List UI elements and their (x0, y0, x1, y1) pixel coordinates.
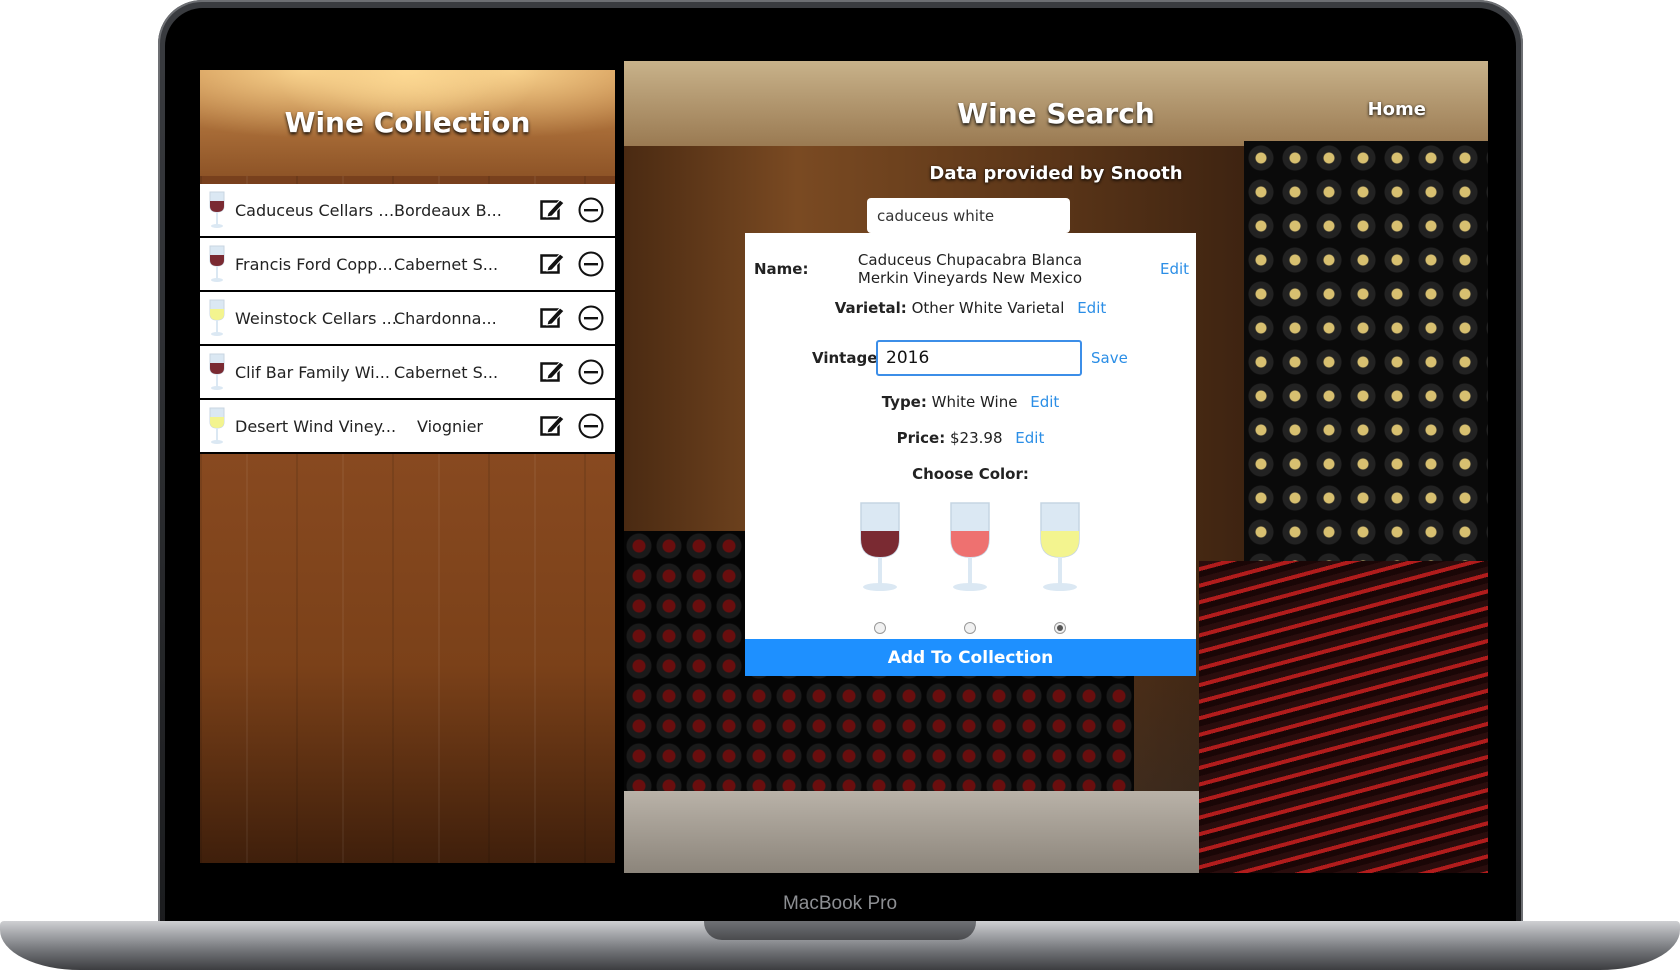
search-input[interactable] (867, 198, 1070, 233)
edit-icon[interactable] (540, 359, 566, 383)
collection-header: Wine Collection (200, 70, 615, 176)
remove-icon[interactable] (578, 413, 604, 439)
name-label: Name: (754, 260, 809, 278)
edit-price-link[interactable]: Edit (1015, 429, 1044, 447)
red-wine-glass-icon[interactable] (857, 501, 903, 593)
varietal-label: Varietal: (834, 299, 907, 317)
wine-list: Caduceus Cellars "... Bordeaux B... Fran… (200, 184, 615, 454)
bottles-background (1199, 561, 1488, 873)
type-label: Type: (881, 393, 927, 411)
list-item[interactable]: Francis Ford Copp... Cabernet S... (200, 238, 615, 292)
price-row: Price: $23.98 Edit (745, 429, 1196, 447)
wine-name: Desert Wind Viney... (235, 416, 397, 436)
wine-name: Caduceus Cellars "... (235, 200, 397, 220)
remove-icon[interactable] (578, 251, 604, 277)
price-value: $23.98 (950, 429, 1003, 447)
edit-icon[interactable] (540, 197, 566, 221)
wine-varietal: Cabernet S... (394, 254, 499, 274)
remove-icon[interactable] (578, 197, 604, 223)
list-item[interactable]: Caduceus Cellars "... Bordeaux B... (200, 184, 615, 238)
edit-icon[interactable] (540, 413, 566, 437)
edit-varietal-link[interactable]: Edit (1077, 299, 1106, 317)
wine-varietal: Viognier (417, 416, 483, 436)
rose-color-radio[interactable] (964, 622, 976, 634)
edit-type-link[interactable]: Edit (1030, 393, 1059, 411)
type-value: White Wine (931, 393, 1018, 411)
vintage-input[interactable] (876, 340, 1082, 376)
floor-background (624, 791, 1199, 873)
list-item[interactable]: Desert Wind Viney... Viognier (200, 400, 615, 454)
price-label: Price: (896, 429, 946, 447)
red-color-radio[interactable] (874, 622, 886, 634)
remove-icon[interactable] (578, 305, 604, 331)
edit-name-link[interactable]: Edit (1160, 260, 1189, 278)
collection-title: Wine Collection (284, 106, 531, 139)
varietal-value: Other White Varietal (911, 299, 1065, 317)
wine-varietal: Chardonna... (394, 308, 497, 328)
home-link[interactable]: Home (1368, 99, 1426, 120)
choose-color-label: Choose Color: (912, 465, 1029, 483)
white-color-radio[interactable] (1054, 622, 1066, 634)
screen: Wine Collection Caduceus Cellars "... Bo… (200, 61, 1488, 873)
save-vintage-link[interactable]: Save (1091, 349, 1128, 367)
wine-name: Clif Bar Family Wi... (235, 362, 390, 382)
red-wine-glass-icon (209, 245, 225, 282)
device-brand-label: MacBook Pro (782, 893, 898, 914)
white-wine-glass-icon (209, 407, 225, 444)
list-item[interactable]: Weinstock Cellars ... Chardonna... (200, 292, 615, 346)
rose-wine-glass-icon[interactable] (947, 501, 993, 593)
wine-varietal: Bordeaux B... (394, 200, 502, 220)
red-wine-glass-icon (209, 353, 225, 390)
edit-icon[interactable] (540, 305, 566, 329)
wine-name: Francis Ford Copp... (235, 254, 393, 274)
red-wine-glass-icon (209, 191, 225, 228)
provider-credit: Data provided by Snooth (929, 163, 1183, 184)
search-title: Wine Search (957, 97, 1155, 130)
remove-icon[interactable] (578, 359, 604, 385)
varietal-row: Varietal: Other White Varietal Edit (745, 299, 1196, 317)
type-row: Type: White Wine Edit (745, 393, 1196, 411)
laptop-hinge-notch (704, 921, 976, 940)
wine-varietal: Cabernet S... (394, 362, 499, 382)
white-wine-glass-icon (209, 299, 225, 336)
list-item[interactable]: Clif Bar Family Wi... Cabernet S... (200, 346, 615, 400)
white-wine-glass-icon[interactable] (1037, 501, 1083, 593)
collection-panel: Wine Collection Caduceus Cellars "... Bo… (200, 70, 615, 863)
search-panel: Wine Search Home Data provided by Snooth… (624, 61, 1488, 873)
wine-detail-card: Name: Caduceus Chupacabra Blanca Merkin … (745, 233, 1196, 676)
add-to-collection-button[interactable]: Add To Collection (745, 639, 1196, 676)
name-value: Caduceus Chupacabra Blanca Merkin Vineya… (857, 251, 1083, 287)
edit-icon[interactable] (540, 251, 566, 275)
wine-rack-background (1244, 141, 1488, 571)
vintage-label: Vintage: (812, 349, 884, 367)
wine-name: Weinstock Cellars ... (235, 308, 397, 328)
